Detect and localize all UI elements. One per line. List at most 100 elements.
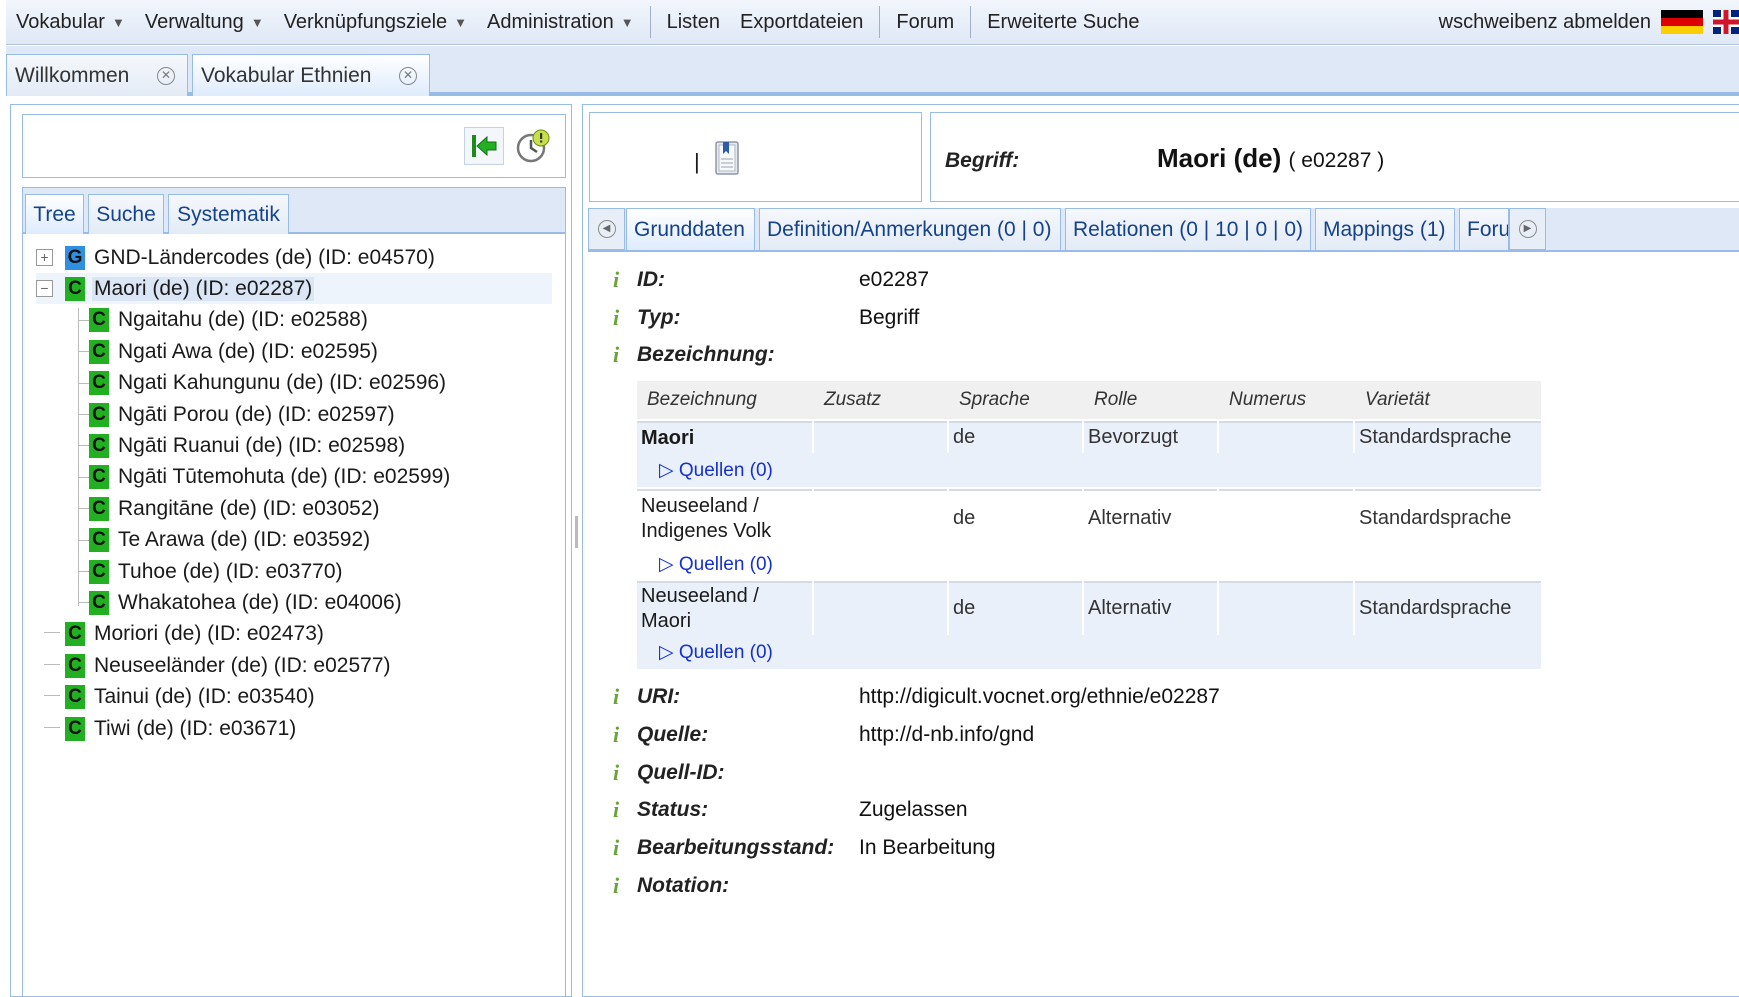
- menu-vokabular[interactable]: Vokabular ▼: [6, 0, 135, 45]
- tree-node[interactable]: + G GND-Ländercodes (de) (ID: e04570): [36, 242, 552, 273]
- tab-willkommen[interactable]: Willkommen ✕: [6, 54, 188, 96]
- field-uri-value[interactable]: http://digicult.vocnet.org/ethnie/e02287: [859, 685, 1220, 709]
- info-icon[interactable]: i: [613, 684, 619, 710]
- column-separator: [1082, 581, 1084, 635]
- tab-forum[interactable]: Foru: [1459, 208, 1509, 250]
- tree-node[interactable]: C Neuseeländer (de) (ID: e02577): [36, 650, 552, 681]
- field-quelle-value[interactable]: http://d-nb.info/gnd: [859, 723, 1034, 747]
- tab-scroll-right-button[interactable]: ▶: [1509, 208, 1546, 250]
- concept-icon: C: [89, 465, 109, 490]
- quellen-toggle[interactable]: ▷ Quellen (0): [659, 553, 773, 576]
- column-header[interactable]: Zusatz: [824, 389, 881, 411]
- tab-grunddaten[interactable]: Grunddaten: [626, 208, 755, 250]
- sprache-cell: de: [953, 507, 976, 529]
- tree-node[interactable]: − C Maori (de) (ID: e02287): [36, 273, 552, 305]
- tree-node[interactable]: C Ngati Awa (de) (ID: e02595): [89, 336, 552, 367]
- menu-administration[interactable]: Administration ▼: [477, 0, 644, 45]
- column-separator: [1217, 421, 1219, 453]
- tab-tree[interactable]: Tree: [25, 194, 84, 234]
- info-icon[interactable]: i: [613, 305, 619, 331]
- menu-separator: [649, 6, 651, 38]
- tree-node-label: Ngāti Ruanui (de) (ID: e02598): [118, 433, 406, 457]
- menu-verknuepfungsziele[interactable]: Verknüpfungsziele ▼: [274, 0, 477, 45]
- bookmark-button[interactable]: [710, 139, 744, 179]
- menu-verwaltung[interactable]: Verwaltung ▼: [135, 0, 274, 45]
- tree-node-label: GND-Ländercodes (de) (ID: e04570): [94, 245, 435, 269]
- concept-icon: C: [89, 308, 109, 333]
- column-separator: [1353, 489, 1355, 547]
- tree-node[interactable]: C Moriori (de) (ID: e02473): [36, 619, 552, 650]
- column-header[interactable]: Numerus: [1229, 389, 1306, 411]
- tree-line: [78, 445, 89, 447]
- tree-node[interactable]: C Whakatohea (de) (ID: e04006): [89, 587, 552, 618]
- menu-forum[interactable]: Forum: [886, 0, 964, 45]
- tree-node[interactable]: C Ngāti Tūtemohuta (de) (ID: e02599): [89, 462, 552, 493]
- tree-node-label: Tuhoe (de) (ID: e03770): [118, 559, 343, 583]
- tree-node-label: Te Arawa (de) (ID: e03592): [118, 528, 371, 552]
- logout-link[interactable]: wschweibenz abmelden: [1439, 0, 1651, 45]
- tree-node[interactable]: C Ngāti Ruanui (de) (ID: e02598): [89, 430, 552, 461]
- quellen-toggle[interactable]: ▷ Quellen (0): [659, 459, 773, 482]
- book-icon: [715, 141, 739, 175]
- tab-systematik[interactable]: Systematik: [168, 194, 289, 234]
- close-icon[interactable]: ✕: [157, 67, 175, 85]
- tree-node[interactable]: C Rangitāne (de) (ID: e03052): [89, 493, 552, 524]
- history-button[interactable]: [513, 127, 553, 165]
- column-separator: [812, 489, 814, 547]
- concept-icon: C: [89, 590, 109, 615]
- column-header[interactable]: Sprache: [959, 389, 1030, 411]
- field-status-value: Zugelassen: [859, 798, 968, 821]
- menu-exportdateien[interactable]: Exportdateien: [730, 0, 873, 45]
- tree-node[interactable]: C Ngaitahu (de) (ID: e02588): [89, 305, 552, 336]
- tab-scroll-left-button[interactable]: ◀: [588, 208, 625, 250]
- collapse-icon[interactable]: −: [36, 280, 53, 298]
- splitter-grip[interactable]: [575, 516, 578, 548]
- tree-node[interactable]: C Te Arawa (de) (ID: e03592): [89, 525, 552, 556]
- flag-de-icon[interactable]: [1661, 10, 1703, 34]
- tree-line: [78, 308, 79, 606]
- flag-en-icon[interactable]: [1713, 10, 1739, 34]
- info-icon[interactable]: i: [613, 722, 619, 748]
- tree-node[interactable]: C Tuhoe (de) (ID: e03770): [89, 556, 552, 587]
- column-separator: [1217, 489, 1219, 547]
- menu-listen[interactable]: Listen: [657, 0, 730, 45]
- tab-mappings[interactable]: Mappings (1): [1315, 208, 1455, 250]
- tab-relationen[interactable]: Relationen (0 | 10 | 0 | 0): [1065, 208, 1311, 250]
- tree-node-label: Maori (de) (ID: e02287): [92, 276, 315, 301]
- bezeichnung-line: Maori: [641, 426, 695, 449]
- column-separator: [1082, 421, 1084, 453]
- column-header[interactable]: Bezeichnung: [647, 389, 757, 411]
- tree-node[interactable]: C Tiwi (de) (ID: e03671): [36, 713, 552, 744]
- column-separator: [1082, 489, 1084, 547]
- quellen-toggle[interactable]: ▷ Quellen (0): [659, 641, 773, 664]
- column-header[interactable]: Rolle: [1094, 389, 1137, 411]
- concept-icon: C: [65, 716, 85, 741]
- info-icon[interactable]: i: [613, 797, 619, 823]
- menu-erweiterte-suche[interactable]: Erweiterte Suche: [977, 0, 1149, 45]
- info-icon[interactable]: i: [613, 267, 619, 293]
- jump-to-first-button[interactable]: [464, 127, 504, 165]
- tree-node-label: Moriori (de) (ID: e02473): [94, 622, 324, 646]
- column-header[interactable]: Varietät: [1365, 389, 1430, 411]
- tree-node-label: Ngati Awa (de) (ID: e02595): [118, 339, 378, 363]
- info-icon[interactable]: i: [613, 873, 619, 899]
- tree-node[interactable]: C Tainui (de) (ID: e03540): [36, 682, 552, 713]
- tab-suche[interactable]: Suche: [88, 194, 164, 234]
- info-icon[interactable]: i: [613, 342, 619, 368]
- begriff-label: Begriff:: [945, 149, 1020, 172]
- info-icon[interactable]: i: [613, 760, 619, 786]
- tree-node[interactable]: C Ngati Kahungunu (de) (ID: e02596): [89, 368, 552, 399]
- detail-tabstrip: ◀ Grunddaten Definition/Anmerkungen (0 |…: [588, 208, 1739, 252]
- column-separator: [947, 489, 949, 547]
- panel-splitter[interactable]: [572, 104, 582, 997]
- info-icon[interactable]: i: [613, 835, 619, 861]
- tree-node[interactable]: C Ngāti Porou (de) (ID: e02597): [89, 399, 552, 430]
- tree-node-label: Ngaitahu (de) (ID: e02588): [118, 308, 368, 332]
- expand-icon[interactable]: +: [36, 249, 53, 266]
- concept-icon: C: [65, 276, 85, 301]
- bezeichnung-cell: Neuseeland / Maori: [641, 584, 759, 634]
- tab-definition-anmerkungen[interactable]: Definition/Anmerkungen (0 | 0): [759, 208, 1061, 250]
- column-separator: [812, 421, 814, 453]
- close-icon[interactable]: ✕: [399, 67, 417, 85]
- tab-vokabular-ethnien[interactable]: Vokabular Ethnien ✕: [192, 54, 430, 96]
